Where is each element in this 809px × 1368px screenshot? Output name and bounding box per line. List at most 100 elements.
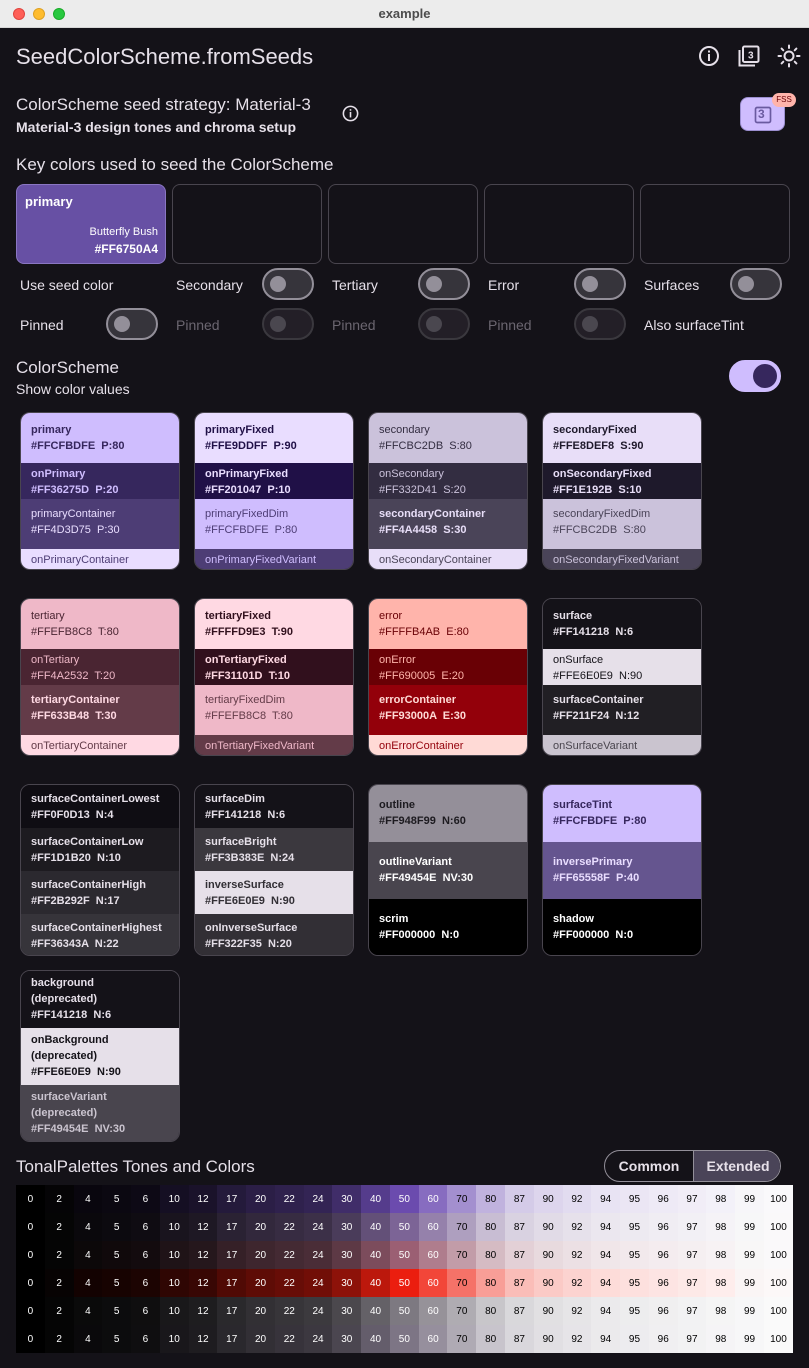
palette-tone-cell[interactable]: 97 <box>677 1185 707 1213</box>
color-cell[interactable]: tertiaryContainer #FF633B48 T:30 <box>21 685 179 735</box>
color-cell[interactable]: surfaceContainer #FF211F24 N:12 <box>543 685 701 735</box>
palette-tone-cell[interactable]: 6 <box>131 1297 160 1325</box>
primary-pinned-switch[interactable] <box>106 308 158 340</box>
palette-tone-cell[interactable]: 2 <box>44 1325 74 1353</box>
palette-tone-cell[interactable]: 87 <box>505 1325 534 1353</box>
palette-tone-cell[interactable]: 10 <box>159 1213 189 1241</box>
palette-tone-cell[interactable]: 6 <box>131 1213 160 1241</box>
palette-tone-cell[interactable]: 4 <box>73 1185 103 1213</box>
palette-tone-cell[interactable]: 60 <box>418 1241 448 1269</box>
palette-tone-cell[interactable]: 50 <box>389 1325 419 1353</box>
palette-tone-cell[interactable]: 20 <box>246 1213 275 1241</box>
palette-tone-cell[interactable]: 6 <box>131 1269 160 1297</box>
palette-tone-cell[interactable]: 4 <box>73 1269 103 1297</box>
palette-tone-cell[interactable]: 24 <box>303 1241 333 1269</box>
palette-tone-cell[interactable]: 17 <box>217 1297 247 1325</box>
palette-tone-cell[interactable]: 2 <box>44 1185 74 1213</box>
palette-tone-cell[interactable]: 4 <box>73 1241 103 1269</box>
palette-tone-cell[interactable]: 5 <box>102 1213 132 1241</box>
palette-tone-cell[interactable]: 97 <box>677 1213 707 1241</box>
palette-tone-cell[interactable]: 0 <box>16 1185 45 1213</box>
palette-tone-cell[interactable]: 10 <box>159 1269 189 1297</box>
palette-tone-cell[interactable]: 0 <box>16 1325 45 1353</box>
palette-tone-cell[interactable]: 97 <box>677 1325 707 1353</box>
palette-tone-cell[interactable]: 70 <box>447 1185 477 1213</box>
palette-tone-cell[interactable]: 97 <box>677 1269 707 1297</box>
palette-tone-cell[interactable]: 0 <box>16 1297 45 1325</box>
palette-tone-cell[interactable]: 94 <box>591 1241 621 1269</box>
color-cell[interactable]: scrim #FF000000 N:0 <box>369 899 527 955</box>
color-cell[interactable]: onTertiary #FF4A2532 T:20 <box>21 649 179 685</box>
palette-tone-cell[interactable]: 60 <box>418 1297 448 1325</box>
palette-tone-cell[interactable]: 98 <box>706 1241 736 1269</box>
palette-tone-cell[interactable]: 30 <box>332 1185 362 1213</box>
color-cell[interactable]: surfaceContainerLowest #FF0F0D13 N:4 <box>21 785 179 828</box>
color-cell[interactable]: errorContainer #FF93000A E:30 <box>369 685 527 735</box>
color-cell[interactable]: outline #FF948F99 N:60 <box>369 785 527 842</box>
palette-tone-cell[interactable]: 60 <box>418 1213 448 1241</box>
palette-tone-cell[interactable]: 30 <box>332 1297 362 1325</box>
palette-tone-cell[interactable]: 2 <box>44 1213 74 1241</box>
palette-tone-cell[interactable]: 20 <box>246 1241 275 1269</box>
palette-tone-cell[interactable]: 6 <box>131 1185 160 1213</box>
color-cell[interactable]: surfaceDim #FF141218 N:6 <box>195 785 353 828</box>
strategy-info-icon[interactable] <box>341 104 360 123</box>
palette-tone-cell[interactable]: 17 <box>217 1325 247 1353</box>
palette-tone-cell[interactable]: 5 <box>102 1297 132 1325</box>
palette-tone-cell[interactable]: 98 <box>706 1297 736 1325</box>
palette-tone-cell[interactable]: 80 <box>476 1241 506 1269</box>
palette-tone-cell[interactable]: 22 <box>274 1297 304 1325</box>
palette-tone-cell[interactable]: 24 <box>303 1185 333 1213</box>
palette-tone-cell[interactable]: 70 <box>447 1325 477 1353</box>
color-cell[interactable]: tertiary #FFEFB8C8 T:80 <box>21 599 179 649</box>
palette-tone-cell[interactable]: 12 <box>188 1241 218 1269</box>
palette-tone-cell[interactable]: 17 <box>217 1241 247 1269</box>
color-cell[interactable]: inversePrimary #FF65558F P:40 <box>543 842 701 899</box>
color-cell[interactable]: secondaryContainer #FF4A4458 S:30 <box>369 499 527 549</box>
palette-tone-cell[interactable]: 92 <box>562 1325 592 1353</box>
palette-tone-cell[interactable]: 70 <box>447 1241 477 1269</box>
palette-tone-cell[interactable]: 2 <box>44 1269 74 1297</box>
palette-tone-cell[interactable]: 40 <box>361 1297 390 1325</box>
palette-tone-cell[interactable]: 17 <box>217 1213 247 1241</box>
palette-tone-cell[interactable]: 87 <box>505 1269 534 1297</box>
color-cell[interactable]: onBackground (deprecated) #FFE6E0E9 N:90 <box>21 1028 179 1085</box>
palette-tone-cell[interactable]: 10 <box>159 1241 189 1269</box>
color-cell[interactable]: onInverseSurface #FF322F35 N:20 <box>195 914 353 955</box>
color-cell[interactable]: tertiaryFixed #FFFFD9E3 T:90 <box>195 599 353 649</box>
color-cell[interactable]: onSecondaryContainer #FFE8DEF8 S:90 <box>369 549 527 569</box>
palette-tone-cell[interactable]: 98 <box>706 1269 736 1297</box>
palette-tone-cell[interactable]: 99 <box>735 1241 764 1269</box>
color-cell[interactable]: onSurface #FFE6E0E9 N:90 <box>543 649 701 685</box>
color-cell[interactable]: surfaceContainerLow #FF1D1B20 N:10 <box>21 828 179 871</box>
palette-tone-cell[interactable]: 90 <box>533 1213 563 1241</box>
palette-tone-cell[interactable]: 97 <box>677 1241 707 1269</box>
palette-tone-cell[interactable]: 22 <box>274 1241 304 1269</box>
palette-tone-cell[interactable]: 90 <box>533 1241 563 1269</box>
secondary-seed-switch[interactable] <box>262 268 314 300</box>
palette-tone-cell[interactable]: 22 <box>274 1185 304 1213</box>
palette-tone-cell[interactable]: 95 <box>620 1297 649 1325</box>
palette-tone-cell[interactable]: 22 <box>274 1269 304 1297</box>
palette-tone-cell[interactable]: 80 <box>476 1297 506 1325</box>
palette-tone-cell[interactable]: 97 <box>677 1297 707 1325</box>
palette-tone-cell[interactable]: 96 <box>648 1185 678 1213</box>
palette-tone-cell[interactable]: 24 <box>303 1213 333 1241</box>
color-cell[interactable]: secondaryFixedDim #FFCBC2DB S:80 <box>543 499 701 549</box>
error-seed-switch[interactable] <box>574 268 626 300</box>
palette-tone-cell[interactable]: 100 <box>763 1297 793 1325</box>
color-cell[interactable]: onTertiaryFixed #FF31101D T:10 <box>195 649 353 685</box>
palette-tone-cell[interactable]: 24 <box>303 1325 333 1353</box>
tertiary-pinned-switch[interactable] <box>418 308 470 340</box>
palette-tone-cell[interactable]: 92 <box>562 1241 592 1269</box>
palette-tone-cell[interactable]: 10 <box>159 1185 189 1213</box>
color-cell[interactable]: secondaryFixed #FFE8DEF8 S:90 <box>543 413 701 463</box>
palette-tone-cell[interactable]: 94 <box>591 1269 621 1297</box>
palette-tone-cell[interactable]: 22 <box>274 1213 304 1241</box>
palette-tone-cell[interactable]: 90 <box>533 1325 563 1353</box>
color-cell[interactable]: surfaceBright #FF3B383E N:24 <box>195 828 353 871</box>
color-cell[interactable]: tertiaryFixedDim #FFEFB8C8 T:80 <box>195 685 353 735</box>
palette-tone-cell[interactable]: 87 <box>505 1185 534 1213</box>
color-cell[interactable]: primaryFixedDim #FFCFBDFE P:80 <box>195 499 353 549</box>
palette-tone-cell[interactable]: 50 <box>389 1241 419 1269</box>
